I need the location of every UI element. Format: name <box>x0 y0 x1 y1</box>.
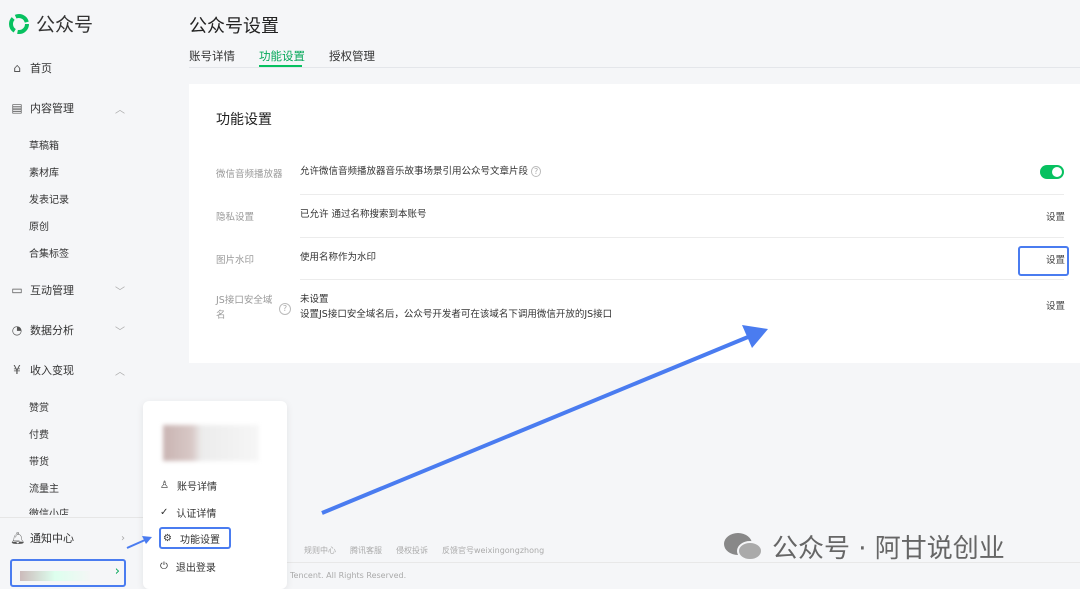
app-logo[interactable]: 公众号 <box>8 10 93 37</box>
sidebar-item-content[interactable]: ▤ 内容管理 ︿ <box>10 100 125 116</box>
sidebar-sub-shop[interactable]: 微信小店 <box>29 505 69 515</box>
label: 收入变现 <box>30 364 74 377</box>
sidebar-sub-drafts[interactable]: 草稿箱 <box>29 137 59 152</box>
page-title: 公众号设置 <box>189 16 279 37</box>
sidebar-item-interaction[interactable]: ▭ 互动管理 ﹀ <box>10 282 125 298</box>
chevron-right-icon: › <box>121 532 125 544</box>
footer-link[interactable]: 反馈官号weixingongzhong <box>442 545 544 556</box>
pie-chart-icon: ◔ <box>11 323 23 337</box>
row-value-audio: 允许微信音频播放器音乐故事场景引用公众号文章片段 ? <box>300 164 542 179</box>
chevron-right-icon: › <box>114 564 120 579</box>
yen-icon: ¥ <box>13 363 21 377</box>
check-circle-icon: ✓ <box>160 507 169 518</box>
logo-icon <box>9 13 29 34</box>
home-icon: ⌂ <box>13 61 21 75</box>
sidebar-sub-collections[interactable]: 合集标签 <box>29 245 69 260</box>
label: 退出登录 <box>175 563 216 574</box>
row-label-js-domain: JS接口安全域名 <box>216 295 273 321</box>
label: 数据分析 <box>30 324 74 337</box>
label: 内容管理 <box>30 102 74 115</box>
account-menu-button[interactable]: › <box>10 559 126 587</box>
row-value-js-domain: 未设置设置JS接口安全域名后，公众号开发者可在该域名下调用微信开放的JS接口 <box>300 292 612 322</box>
chevron-up-icon: ︿ <box>115 366 125 378</box>
popup-item-account-details[interactable]: ♙ 账号详情 <box>160 478 217 493</box>
blurred-account-name <box>20 571 90 581</box>
watermark-text: 公众号 · 阿甘说创业 <box>772 534 1005 564</box>
app-name: 公众号 <box>36 14 94 36</box>
tab-function-settings[interactable]: 功能设置 <box>259 48 305 64</box>
label: 账号详情 <box>176 482 217 493</box>
label: 通知中心 <box>30 532 74 545</box>
sidebar-item-monetize[interactable]: ¥ 收入变现 ︿ <box>10 362 125 378</box>
description: 设置JS接口安全域名后，公众号开发者可在该域名下调用微信开放的JS接口 <box>300 309 613 320</box>
row-value-watermark: 使用名称作为水印 <box>300 252 377 263</box>
sidebar-sub-reward[interactable]: 赞赏 <box>29 399 49 414</box>
label: 认证详情 <box>176 509 217 520</box>
value-text: 允许微信音频播放器音乐故事场景引用公众号文章片段 <box>300 166 529 177</box>
blurred-avatar <box>163 425 259 461</box>
sidebar-item-notifications[interactable]: 🔔︎ 通知中心 › <box>10 530 125 546</box>
chevron-down-icon: ﹀ <box>115 286 125 298</box>
help-icon[interactable]: ? <box>279 303 291 315</box>
help-icon[interactable]: ? <box>531 166 542 177</box>
divider <box>300 194 1064 195</box>
tab-divider <box>189 67 1080 68</box>
audio-player-toggle[interactable] <box>1040 165 1064 179</box>
sidebar-sub-materials[interactable]: 素材库 <box>29 164 59 179</box>
value-text: 未设置 <box>300 294 329 305</box>
document-icon: ▤ <box>11 101 23 115</box>
chevron-up-icon: ︿ <box>115 104 125 116</box>
label: 功能设置 <box>179 534 220 546</box>
row-label-audio: 微信音频播放器 <box>216 169 283 180</box>
sidebar-divider <box>0 517 145 518</box>
js-domain-settings-link[interactable]: 设置 <box>1046 298 1065 312</box>
row-label-watermark: 图片水印 <box>216 255 255 266</box>
arrow-line <box>321 335 749 515</box>
footer-link[interactable]: 侵权投诉 <box>396 545 428 556</box>
highlight-box <box>1018 246 1069 276</box>
bell-icon: 🔔︎ <box>10 531 26 545</box>
wechat-icon <box>724 532 763 561</box>
footer-links: 规则中心 腾讯客服 侵权投诉 反馈官号weixingongzhong <box>304 545 544 556</box>
popup-item-logout[interactable]: ⏻ 退出登录 <box>160 559 216 574</box>
chevron-down-icon: ﹀ <box>115 326 125 338</box>
chat-icon: ▭ <box>11 283 23 297</box>
divider <box>300 237 1064 238</box>
footer-link[interactable]: 规则中心 <box>304 545 336 556</box>
sidebar-sub-goods[interactable]: 带货 <box>29 453 49 468</box>
power-icon: ⏻ <box>160 561 168 572</box>
popup-item-verification[interactable]: ✓ 认证详情 <box>160 505 216 520</box>
divider <box>300 279 1064 280</box>
popup-item-function-settings[interactable]: ⚙ 功能设置 <box>159 527 231 549</box>
watermark: 公众号 · 阿甘说创业 <box>722 528 1005 565</box>
row-label-privacy: 隐私设置 <box>216 212 255 223</box>
user-icon: ♙ <box>160 480 169 491</box>
privacy-settings-link[interactable]: 设置 <box>1046 209 1065 223</box>
tab-authorization[interactable]: 授权管理 <box>329 48 375 64</box>
sidebar-sub-paid[interactable]: 付费 <box>29 426 49 441</box>
tab-account-details[interactable]: 账号详情 <box>189 48 235 64</box>
row-value-privacy: 已允许 通过名称搜索到本账号 <box>300 209 427 220</box>
label: 互动管理 <box>30 284 74 297</box>
sidebar-item-home[interactable]: ⌂ 首页 <box>10 60 125 76</box>
sidebar-sub-ads[interactable]: 流量主 <box>29 480 59 495</box>
footer-link[interactable]: 腾讯客服 <box>350 545 382 556</box>
sidebar-item-analytics[interactable]: ◔ 数据分析 ﹀ <box>10 322 125 338</box>
sidebar-sub-original[interactable]: 原创 <box>29 218 49 233</box>
sidebar-sub-published[interactable]: 发表记录 <box>29 191 69 206</box>
label: 首页 <box>30 62 52 75</box>
card-title: 功能设置 <box>216 112 272 128</box>
gear-icon: ⚙ <box>163 532 172 544</box>
copyright: Tencent. All Rights Reserved. <box>290 571 407 580</box>
